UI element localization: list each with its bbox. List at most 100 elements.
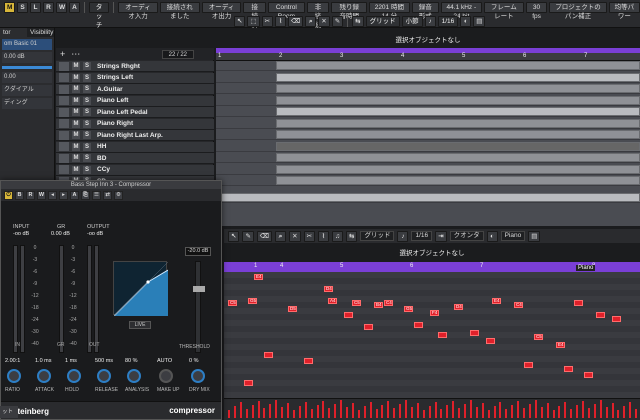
mute-tool-icon[interactable]: ✕ [318, 16, 330, 27]
velocity-bar[interactable] [310, 409, 313, 418]
track-solo-button[interactable]: S [83, 154, 91, 162]
piano-roll[interactable]: E4 C5 G5 D5 D4 A4 C5 B4 C4 G5 F4 D4 E4 C4 C5 E4 [224, 272, 640, 398]
right-arrow-icon[interactable]: ▸ [59, 190, 68, 200]
midi-note[interactable]: C5 [534, 334, 543, 340]
midi-note[interactable]: D5 [288, 306, 297, 312]
arrange-lane[interactable] [216, 61, 640, 71]
arrange-ruler[interactable]: 1 2 3 4 5 6 7 [216, 48, 640, 61]
key-grid-select[interactable]: グリッド [360, 231, 395, 241]
knob-value-ratio[interactable]: 2.00:1 [5, 358, 20, 364]
track-name[interactable]: CCy [97, 166, 110, 173]
settings-icon[interactable]: ⚙ [114, 190, 123, 200]
velocity-bar[interactable] [523, 408, 525, 418]
midi-note[interactable]: C5 [352, 300, 361, 306]
snap-toggle-icon[interactable]: ⇆ [346, 230, 358, 242]
volume-field[interactable]: 0.00 dB [2, 52, 52, 63]
velocity-bar[interactable] [369, 402, 372, 418]
velocity-bar[interactable] [511, 405, 514, 418]
track-name[interactable]: BD [97, 155, 106, 162]
track-options-icon[interactable]: ⋯ [71, 49, 80, 60]
mute-tool-icon[interactable]: ✕ [289, 230, 301, 242]
velocity-bar[interactable] [570, 409, 573, 418]
bypass-icon[interactable]: B [15, 190, 24, 200]
auto-button[interactable]: A [69, 2, 80, 13]
read-button[interactable]: R [43, 2, 54, 13]
key-quantize-select[interactable]: 1/16 [411, 231, 433, 241]
audio-event[interactable] [276, 61, 640, 70]
color-icon[interactable]: ◐ [486, 230, 498, 242]
arrange-lane[interactable] [216, 84, 640, 94]
glue-tool-icon[interactable]: ⌇ [318, 230, 330, 242]
velocity-bar[interactable] [428, 406, 431, 418]
track-solo-button[interactable]: S [83, 96, 91, 105]
velocity-bar[interactable] [493, 406, 496, 418]
velocity-bar[interactable] [346, 407, 348, 418]
pan-field[interactable]: 0.00 [2, 72, 52, 83]
track-mute-button[interactable]: M [72, 96, 80, 105]
midi-note[interactable]: G5 [404, 306, 413, 312]
track-row[interactable]: M S CCy [56, 164, 214, 176]
knob-value-hold[interactable]: 1 ms [65, 358, 77, 364]
zoom-tool-icon[interactable]: ⌕ [305, 16, 317, 27]
velocity-bar[interactable] [399, 404, 402, 418]
ab-compare-icon[interactable]: A [70, 190, 79, 200]
track-mute-button[interactable]: M [72, 108, 80, 116]
velocity-bar[interactable] [564, 402, 567, 418]
volume-fader[interactable] [2, 66, 52, 69]
knob-dry-mix[interactable] [191, 369, 205, 383]
tab-visibility[interactable]: Visibility [27, 28, 54, 37]
track-row[interactable]: M S Piano Left Pedal [56, 107, 214, 118]
knob-analysis[interactable] [127, 369, 141, 383]
preset-field[interactable]: om Basic 01 [2, 39, 52, 50]
velocity-bar[interactable] [322, 401, 325, 418]
velocity-bar[interactable] [269, 404, 272, 418]
quantize-select[interactable]: 1/16 [437, 16, 459, 27]
automation-mode-select[interactable]: タッチ [88, 2, 110, 29]
knob-value-dry-mix[interactable]: 0 % [189, 358, 198, 364]
split-tool-icon[interactable]: ✂ [261, 16, 274, 27]
arrange-lane[interactable] [216, 95, 640, 106]
midi-note[interactable] [264, 352, 273, 358]
midi-note[interactable] [344, 312, 353, 318]
color-icon[interactable]: ◐ [460, 16, 472, 27]
midi-note[interactable] [596, 312, 605, 318]
knob-value-release[interactable]: 500 ms [95, 358, 113, 364]
midi-note[interactable]: C4 [384, 300, 393, 306]
arrange-lane[interactable] [216, 130, 640, 140]
track-solo-button[interactable]: S [83, 62, 91, 70]
velocity-bar[interactable] [605, 407, 608, 418]
layout-icon[interactable]: ▤ [528, 230, 541, 242]
midi-note[interactable] [564, 366, 573, 372]
audio-event[interactable] [276, 130, 640, 139]
velocity-bar[interactable] [239, 402, 242, 418]
audio-event[interactable] [276, 72, 640, 82]
track-name[interactable]: Piano Left [97, 97, 128, 104]
write-button[interactable]: W [56, 2, 67, 13]
velocity-bar[interactable] [363, 406, 366, 418]
track-name[interactable]: Piano Right [97, 120, 133, 127]
midi-note[interactable] [244, 380, 253, 386]
track-row[interactable]: M S Strings Left [56, 72, 214, 84]
velocity-lane[interactable] [224, 398, 640, 420]
midi-note[interactable] [470, 330, 479, 336]
velocity-bar[interactable] [552, 410, 555, 418]
knob-value-make-up[interactable]: AUTO [157, 358, 172, 364]
window-layout-icon[interactable]: ▤ [473, 16, 486, 27]
track-mute-button[interactable]: M [72, 85, 80, 93]
grid-type-select[interactable]: グリッド [365, 16, 400, 27]
velocity-bar[interactable] [635, 409, 638, 418]
velocity-bar[interactable] [298, 406, 301, 418]
instrument-select[interactable]: Piano [500, 231, 526, 241]
read-automation-button[interactable]: R [26, 190, 35, 200]
velocity-bar[interactable] [381, 405, 384, 418]
tab-inspector[interactable]: tor [0, 28, 27, 37]
track-mute-button[interactable]: M [72, 165, 80, 174]
midi-note[interactable]: E4 [492, 298, 501, 304]
solo-button[interactable]: S [17, 2, 28, 13]
velocity-bar[interactable] [233, 406, 236, 418]
velocity-bar[interactable] [275, 400, 278, 418]
audio-event[interactable] [276, 118, 640, 128]
velocity-bar[interactable] [410, 407, 413, 418]
track-row[interactable]: M S A.Guitar [56, 84, 214, 95]
quantize-toggle-icon[interactable]: ♪ [397, 230, 409, 242]
